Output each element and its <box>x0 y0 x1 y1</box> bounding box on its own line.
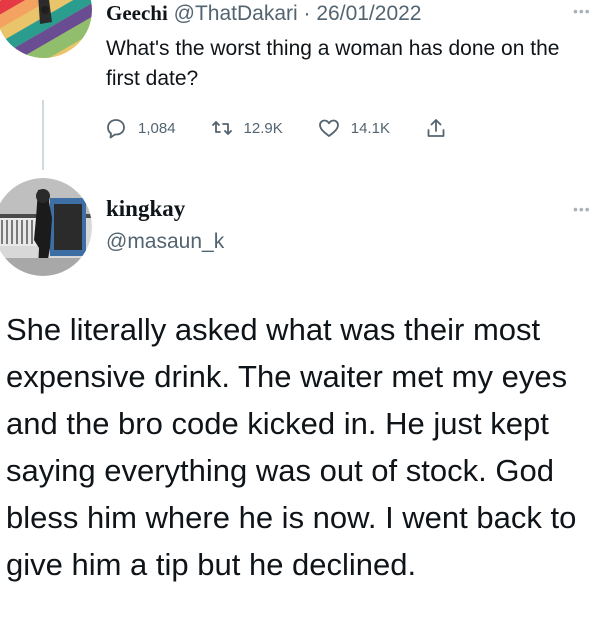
retweet-count: 12.9K <box>243 119 283 137</box>
avatar[interactable] <box>0 178 92 276</box>
separator: · <box>303 2 311 25</box>
reply-count: 1,084 <box>138 119 176 137</box>
tweet-date[interactable]: 26/01/2022 <box>316 2 421 25</box>
tweet-actions: 1,084 12.9K 14.1K <box>104 114 458 142</box>
display-name[interactable]: Geechi <box>106 1 168 25</box>
tweet-text: What's the worst thing a woman has done … <box>106 37 560 90</box>
user-handle[interactable]: @ThatDakari <box>174 2 298 25</box>
share-button[interactable] <box>424 116 458 140</box>
avatar-image <box>0 178 92 276</box>
display-name[interactable]: kingkay <box>106 195 185 223</box>
share-icon <box>427 119 445 137</box>
user-handle[interactable]: @masaun_k <box>106 229 224 255</box>
like-count: 14.1K <box>350 119 390 137</box>
avatar-image <box>0 0 92 58</box>
thread-line <box>42 100 44 170</box>
reply-icon <box>107 119 125 139</box>
reply-tweet-text: She literally asked what was their most … <box>6 312 577 582</box>
retweet-button[interactable]: 12.9K <box>210 116 283 140</box>
reply-button[interactable]: 1,084 <box>104 116 176 140</box>
heart-icon <box>318 119 339 137</box>
more-options-icon[interactable]: ••• <box>573 202 593 216</box>
more-options-icon[interactable]: ••• <box>573 4 593 18</box>
parent-tweet: Geechi @ThatDakari · 26/01/2022 ••• What… <box>0 0 599 170</box>
tweet-header: Geechi @ThatDakari · 26/01/2022 <box>106 0 421 27</box>
like-button[interactable]: 14.1K <box>317 116 390 140</box>
avatar[interactable] <box>0 0 92 58</box>
retweet-icon <box>211 121 232 135</box>
